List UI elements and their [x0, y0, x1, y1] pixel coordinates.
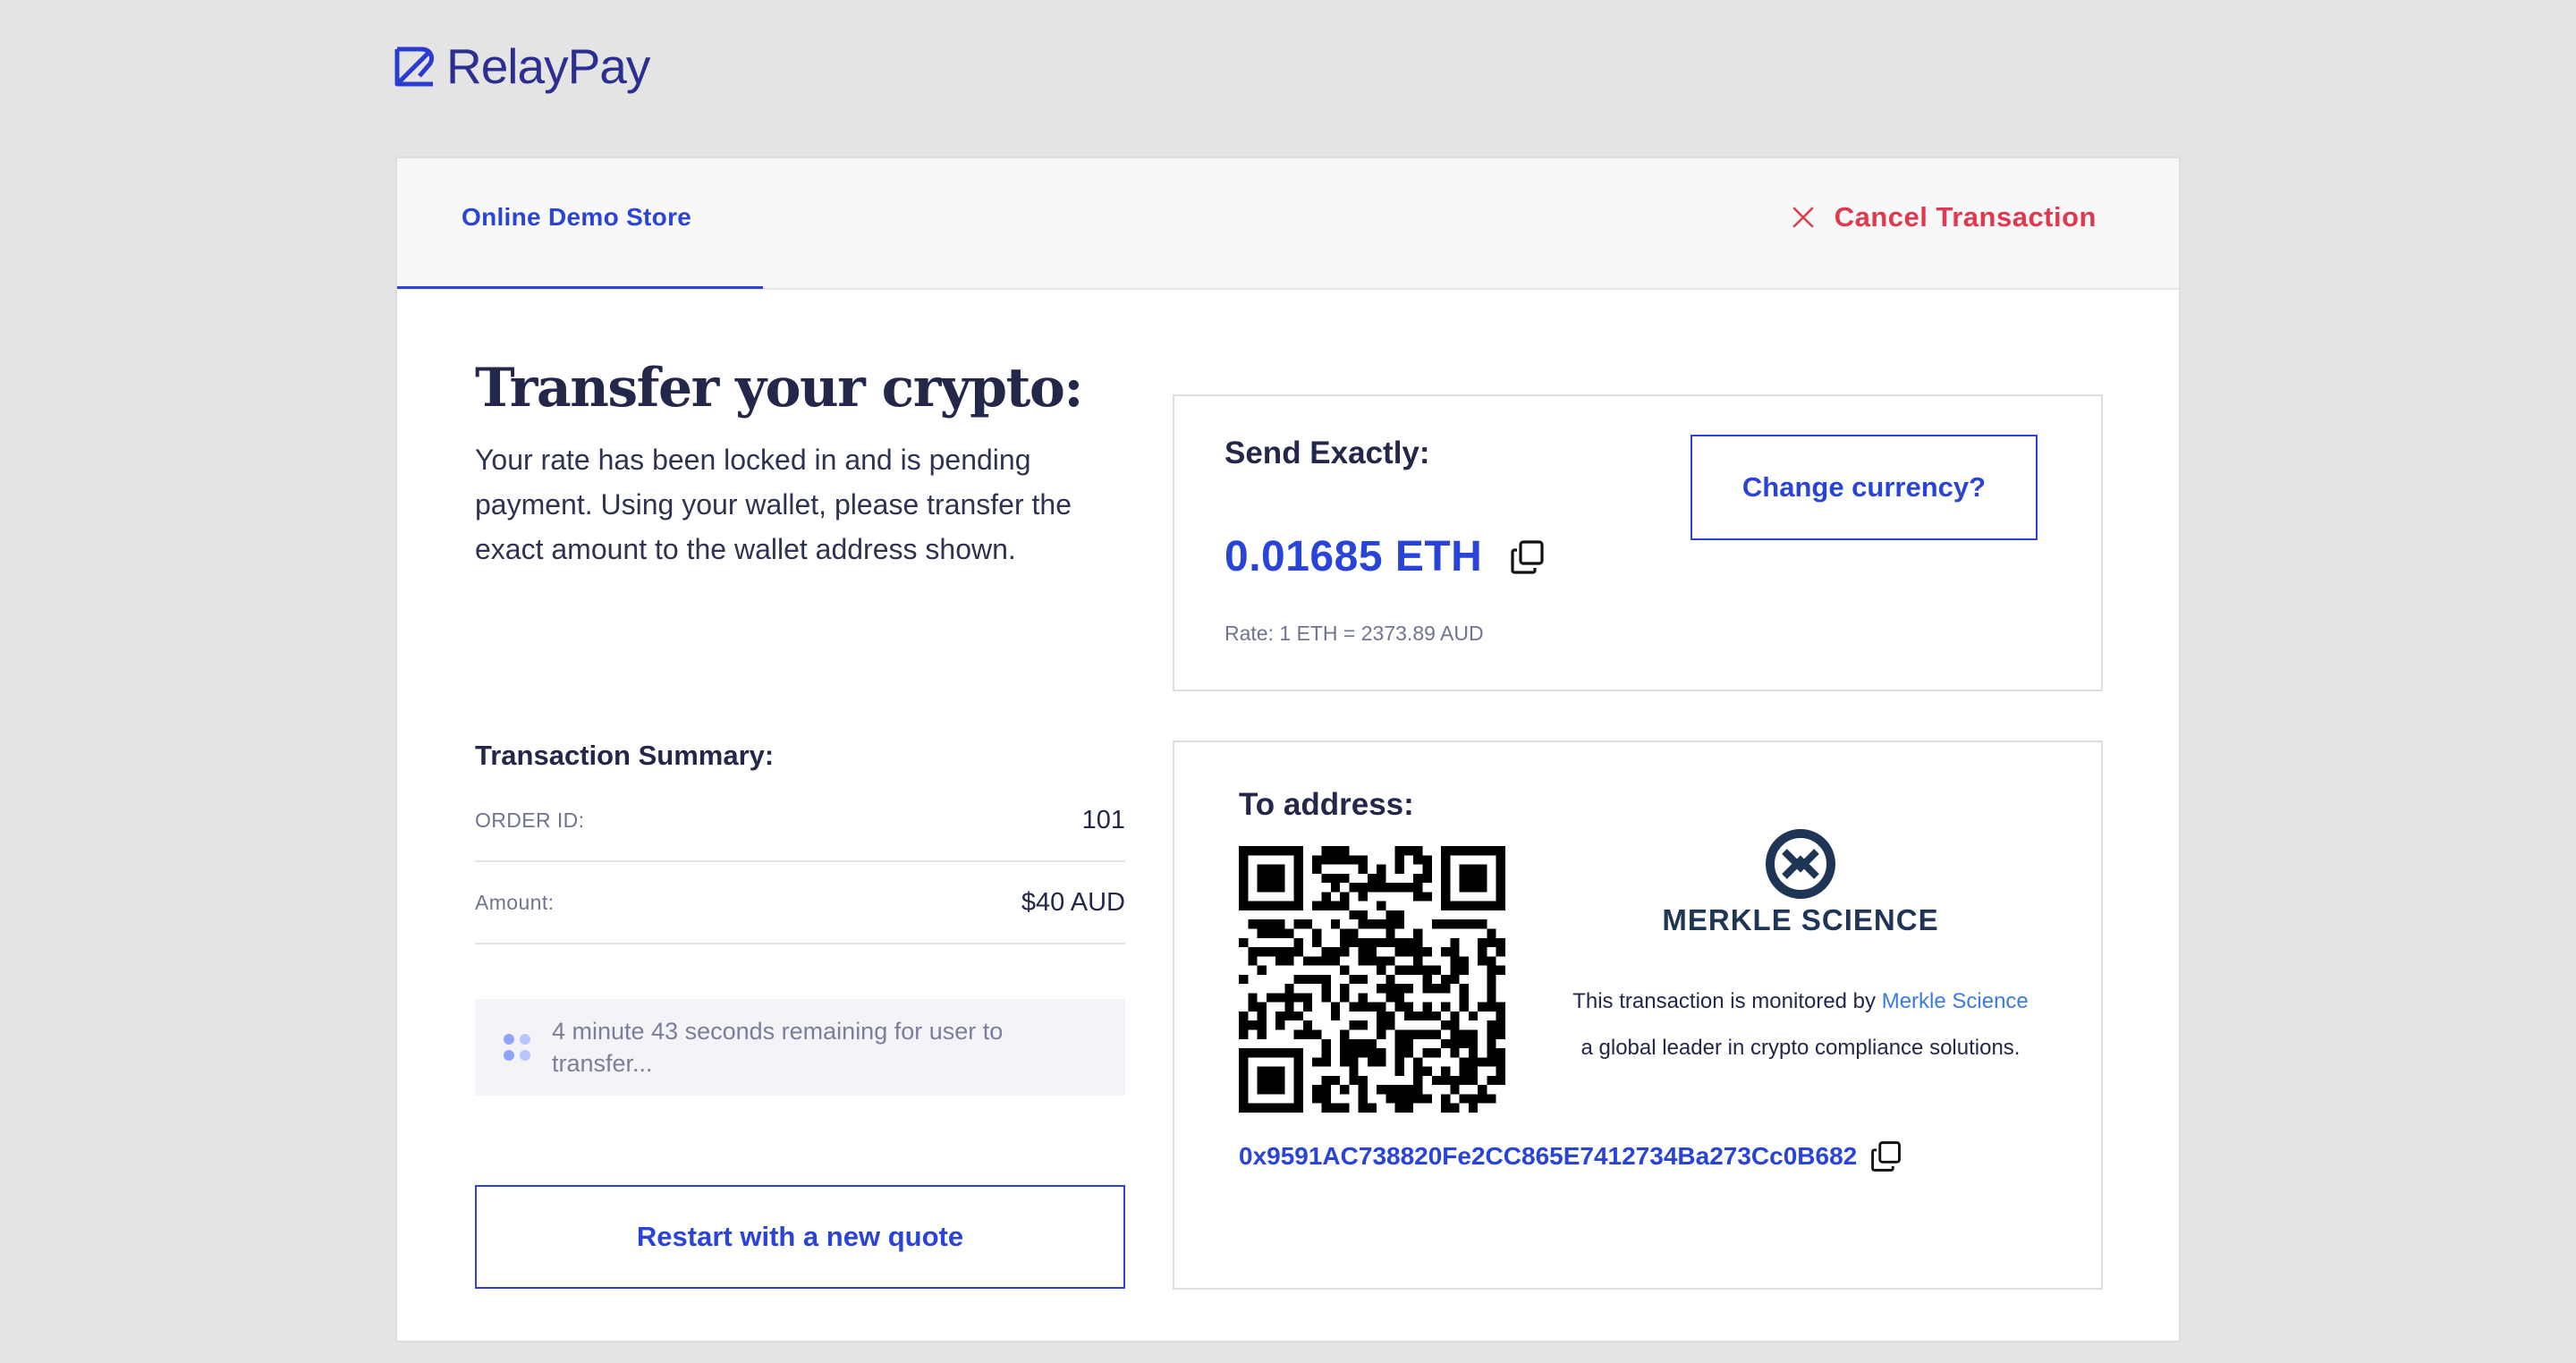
loading-dots-icon — [504, 1034, 539, 1061]
send-amount-panel: Send Exactly: 0.01685 ETH Rate: 1 ETH = … — [1173, 394, 2103, 691]
summary-row-amount: Amount: $40 AUD — [475, 862, 1125, 944]
payment-card: Online Demo Store Cancel Transaction Tra… — [395, 157, 2181, 1342]
page-subtitle: Your rate has been locked in and is pend… — [475, 444, 1072, 565]
restart-quote-button[interactable]: Restart with a new quote — [475, 1185, 1125, 1289]
tab-active-indicator — [397, 286, 763, 289]
wallet-address: 0x9591AC738820Fe2CC865E7412734Ba273Cc0B6… — [1239, 1139, 1903, 1173]
cancel-transaction-button[interactable]: Cancel Transaction — [1792, 201, 2097, 233]
wallet-address-value[interactable]: 0x9591AC738820Fe2CC865E7412734Ba273Cc0B6… — [1239, 1142, 1857, 1171]
brand-logo[interactable]: RelayPay — [394, 38, 650, 95]
merkle-name: MERKLE SCIENCE — [1662, 903, 1939, 936]
summary-key: ORDER ID: — [475, 808, 585, 832]
summary-value: $40 AUD — [1021, 887, 1125, 917]
copy-icon[interactable] — [1509, 538, 1546, 576]
summary-key: Amount: — [475, 890, 555, 914]
monitor-prefix: This transaction is monitored by — [1572, 989, 1877, 1013]
logo-mark-icon — [394, 47, 435, 87]
send-amount-value: 0.01685 ETH — [1224, 533, 1483, 580]
monitoring-notice: This transaction is monitored by Merkle … — [1559, 978, 2042, 1071]
summary-row-order-id: ORDER ID: 101 — [475, 780, 1125, 862]
summary-value: 101 — [1081, 805, 1125, 834]
merkle-logo-icon — [1766, 829, 1835, 899]
merkle-science-link[interactable]: Merkle Science — [1882, 989, 2029, 1013]
timer-text: 4 minute 43 seconds remaining for user t… — [552, 1018, 1004, 1077]
qr-code-icon — [1239, 846, 1505, 1113]
brand-name: RelayPay — [446, 38, 650, 94]
close-icon — [1792, 207, 1814, 228]
page-title: Transfer your crypto: — [475, 357, 1084, 419]
change-currency-button[interactable]: Change currency? — [1690, 435, 2038, 540]
copy-icon[interactable] — [1869, 1139, 1903, 1173]
summary-title: Transaction Summary: — [475, 740, 775, 771]
countdown-timer: 4 minute 43 seconds remaining for user t… — [475, 999, 1125, 1096]
address-label: To address: — [1239, 787, 1414, 822]
cancel-transaction-label: Cancel Transaction — [1834, 201, 2097, 233]
exchange-rate: Rate: 1 ETH = 2373.89 AUD — [1224, 622, 1484, 645]
address-panel: To address: MERKLE SCIENCE This transact… — [1173, 741, 2103, 1290]
send-label: Send Exactly: — [1224, 436, 1430, 470]
send-amount: 0.01685 ETH — [1224, 532, 1546, 581]
merkle-science-brand: MERKLE SCIENCE — [1559, 828, 2042, 937]
tab-store[interactable]: Online Demo Store — [462, 203, 691, 232]
monitor-suffix: a global leader in crypto compliance sol… — [1580, 1036, 2021, 1060]
card-header: Online Demo Store Cancel Transaction — [397, 158, 2179, 290]
